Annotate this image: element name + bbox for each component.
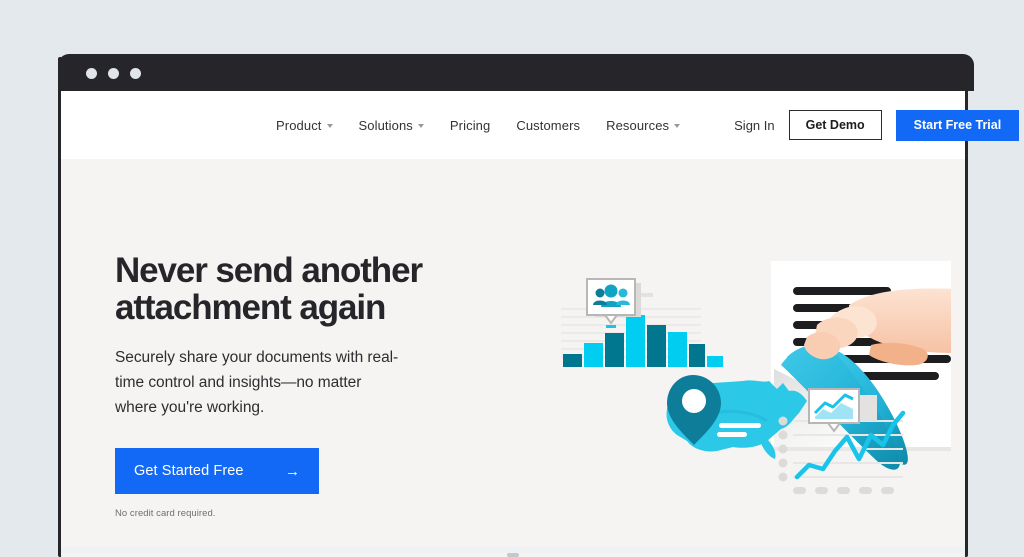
minimize-window-dot[interactable] [108, 68, 119, 79]
hero-illustration [531, 249, 951, 519]
document-illustration [771, 261, 951, 470]
nav-actions-group: Sign In Get Demo Start Free Trial [734, 110, 1019, 141]
nav-item-product[interactable]: Product [276, 118, 333, 133]
nav-links-group: Product Solutions Pricing Customers Reso… [276, 118, 680, 133]
hero-subheading: Securely share your documents with real-… [115, 345, 515, 420]
nav-item-product-label: Product [276, 118, 322, 133]
close-window-dot[interactable] [86, 68, 97, 79]
chevron-down-icon [674, 124, 680, 128]
chevron-down-icon [418, 124, 424, 128]
nav-item-customers[interactable]: Customers [516, 118, 580, 133]
get-started-free-label: Get Started Free [134, 463, 244, 479]
site-navbar: Product Solutions Pricing Customers Reso… [61, 91, 965, 159]
nav-item-solutions[interactable]: Solutions [359, 118, 424, 133]
nav-item-pricing-label: Pricing [450, 118, 490, 133]
chevron-down-icon [327, 124, 333, 128]
arrow-right-icon: → [285, 464, 300, 479]
nav-item-customers-label: Customers [516, 118, 580, 133]
nav-item-resources[interactable]: Resources [606, 118, 680, 133]
line-chart-x-ticks [793, 487, 894, 494]
get-demo-button[interactable]: Get Demo [789, 110, 882, 140]
bar-chart-illustration [561, 279, 723, 367]
hero-section: Never send another attachment again Secu… [61, 159, 965, 557]
scroll-indicator [507, 553, 519, 557]
browser-window: Product Solutions Pricing Customers Reso… [58, 57, 968, 557]
maximize-window-dot[interactable] [130, 68, 141, 79]
page-title: Never send another attachment again [115, 252, 515, 326]
no-credit-card-note: No credit card required. [115, 508, 515, 519]
start-free-trial-button[interactable]: Start Free Trial [896, 110, 1020, 141]
nav-item-resources-label: Resources [606, 118, 669, 133]
hero-copy-block: Never send another attachment again Secu… [115, 252, 515, 519]
get-started-free-button[interactable]: Get Started Free → [115, 448, 319, 494]
browser-titlebar [58, 54, 974, 91]
nav-item-solutions-label: Solutions [359, 118, 413, 133]
nav-item-pricing[interactable]: Pricing [450, 118, 490, 133]
browser-bottom-edge [58, 547, 968, 553]
sign-in-link[interactable]: Sign In [734, 118, 774, 133]
